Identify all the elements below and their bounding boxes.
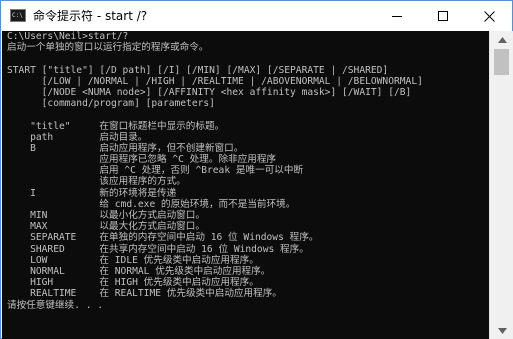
minimize-icon xyxy=(392,15,402,17)
scroll-down-arrow-icon xyxy=(497,327,507,334)
maximize-icon xyxy=(438,11,448,21)
console-line: "title" 在窗口标题栏中显示的标题。 xyxy=(7,120,225,132)
console-line: SHARED 在共享内存空间中启动 16 位 Windows 程序。 xyxy=(7,243,309,255)
scrollbar-thumb[interactable] xyxy=(494,49,509,75)
console-line: I 新的环境将是传递 xyxy=(7,187,177,199)
vertical-scrollbar[interactable] xyxy=(489,31,513,339)
console-output-area[interactable]: C:\Users\Neil>start/? 启动一个单独的窗口以运行指定的程序或命… xyxy=(2,31,489,339)
console-line: MIN 以最小化方式启动窗口。 xyxy=(7,210,205,221)
console-line: NORMAL 在 NORMAL 优先级类中启动应用程序。 xyxy=(7,265,271,277)
scroll-up-button[interactable] xyxy=(490,31,513,48)
scroll-down-button[interactable] xyxy=(490,322,513,339)
console-line: SEPARATE 在单独的内存空间中启动 16 位 Windows 程序。 xyxy=(7,232,319,244)
close-icon xyxy=(483,10,495,22)
console-line: 给 cmd.exe 的原始环境，而不是当前环境。 xyxy=(7,198,296,210)
maximize-button[interactable] xyxy=(420,1,466,31)
console-line: REALTIME 在 REALTIME 优先级类中启动应用程序。 xyxy=(7,288,282,300)
console-line: [/NODE <NUMA node>] [/AFFINITY <hex affi… xyxy=(7,86,412,98)
console-text: C:\Users\Neil>start/? 启动一个单独的窗口以运行指定的程序或命… xyxy=(7,31,423,311)
close-button[interactable] xyxy=(466,1,512,31)
console-line: B 启动应用程序，但不创建新窗口。 xyxy=(7,142,244,154)
console-line: 启动一个单独的窗口以运行指定的程序或命令。 xyxy=(7,42,209,54)
console-line: HIGH 在 HIGH 优先级类中启动应用程序。 xyxy=(7,277,259,289)
console-line: [/LOW | /NORMAL | /HIGH | /REALTIME | /A… xyxy=(7,75,423,87)
console-line: 该应用程序的方式。 xyxy=(7,176,186,188)
console-line: [command/program] [parameters] xyxy=(7,98,215,110)
console-line: START ["title"] [/D path] [/I] [/MIN] [/… xyxy=(7,64,389,76)
window-title: 命令提示符 - start /? xyxy=(33,9,148,23)
console-line: 请按任意键继续. . . xyxy=(7,299,104,311)
cmd-app-icon[interactable]: C:\ xyxy=(10,9,26,22)
console-line: C:\Users\Neil>start/? xyxy=(7,31,129,42)
console-line: LOW 在 IDLE 优先级类中启动应用程序。 xyxy=(7,254,259,266)
scroll-up-arrow-icon xyxy=(497,36,507,43)
console-line: path 启动目录。 xyxy=(7,131,148,143)
console-line: MAX 以最大化方式启动窗口。 xyxy=(7,221,205,233)
command-prompt-window: C:\ 命令提示符 - start /? C:\Users\Neil>start… xyxy=(0,0,513,339)
console-line: 启用 ^C 处理，否则 ^Break 是唯一可以中断 xyxy=(7,165,304,177)
title-bar[interactable]: C:\ 命令提示符 - start /? xyxy=(1,1,512,31)
console-line: 应用程序已忽略 ^C 处理。除非应用程序 xyxy=(7,154,277,166)
minimize-button[interactable] xyxy=(374,1,420,31)
